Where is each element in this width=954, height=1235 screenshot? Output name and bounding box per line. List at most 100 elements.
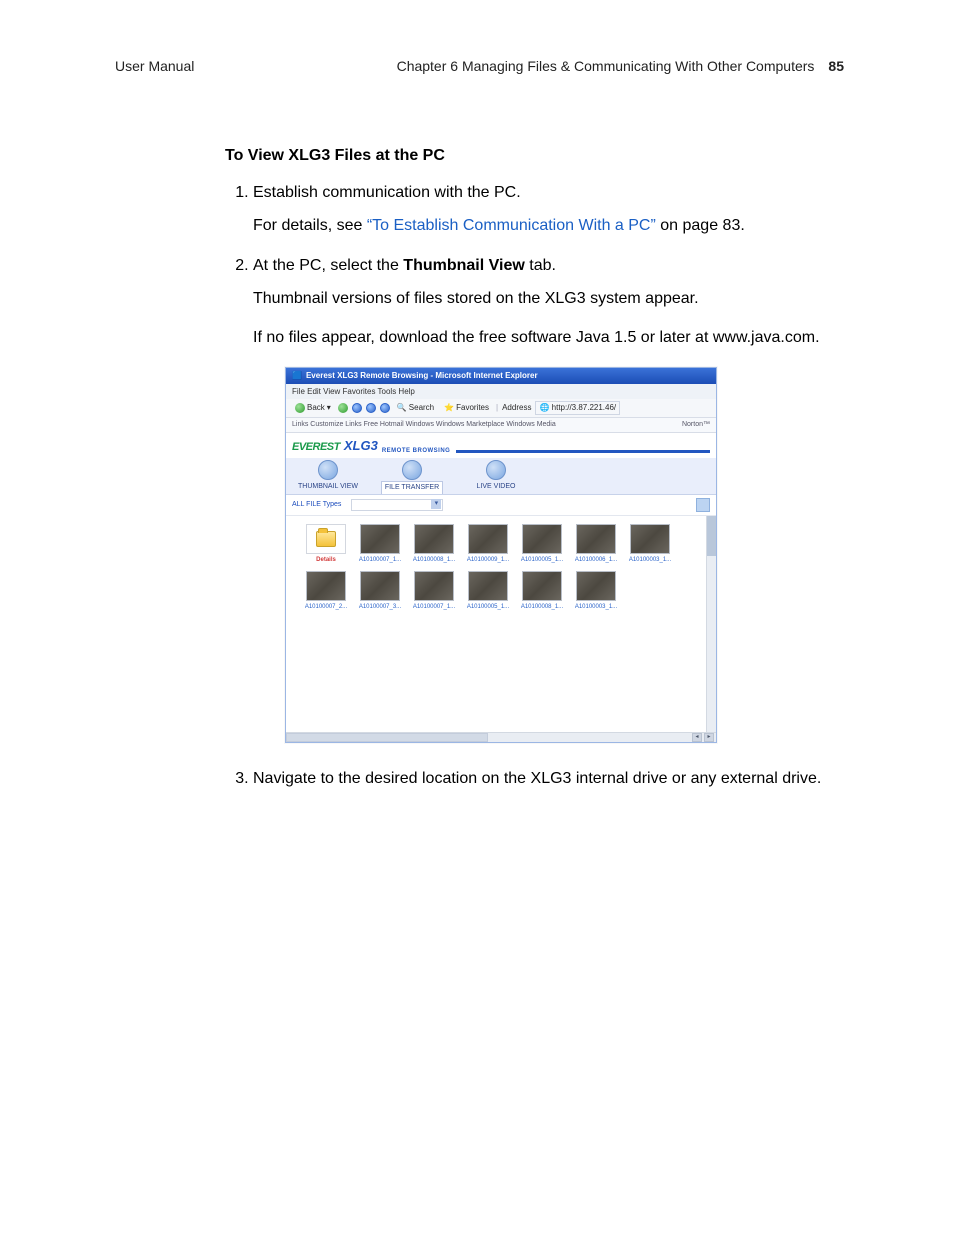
ie-menubar[interactable]: File Edit View Favorites Tools Help bbox=[286, 384, 716, 400]
search-button[interactable]: 🔍Search bbox=[394, 401, 437, 415]
thumb-label: A10100009_1... bbox=[464, 556, 512, 565]
brand-line bbox=[456, 450, 710, 453]
thumb-label: A10100008_1... bbox=[410, 556, 458, 565]
favorites-button[interactable]: ⭐Favorites bbox=[441, 401, 492, 415]
thumb-image-box bbox=[576, 524, 616, 554]
vertical-scroll-thumb[interactable] bbox=[707, 516, 716, 556]
thumb-image[interactable]: A10100007_2... bbox=[302, 571, 350, 612]
scroll-left-icon[interactable]: ◂ bbox=[692, 733, 702, 742]
step-2-bold: Thumbnail View bbox=[403, 257, 525, 274]
thumb-label: A10100003_1... bbox=[626, 556, 674, 565]
horizontal-scrollbar[interactable]: ◂ ▸ bbox=[286, 732, 716, 742]
ie-toolbar: Back ▾ 🔍Search ⭐Favorites | Address 🌐 ht… bbox=[286, 399, 716, 418]
thumb-image[interactable]: A10100007_1... bbox=[356, 524, 404, 565]
header-right: Chapter 6 Managing Files & Communicating… bbox=[397, 58, 844, 74]
thumb-image[interactable]: A10100007_3... bbox=[356, 571, 404, 612]
step-1: Establish communication with the PC. For… bbox=[253, 181, 844, 237]
folder-icon bbox=[316, 531, 336, 547]
thumb-label: A10100007_2... bbox=[302, 603, 350, 612]
tab-live-video[interactable]: LIVE VIDEO bbox=[454, 458, 538, 494]
toolbar-separator: | bbox=[496, 402, 498, 414]
back-button[interactable]: Back ▾ bbox=[292, 401, 334, 415]
thumb-image[interactable]: A10100008_1... bbox=[518, 571, 566, 612]
linksbar-links[interactable]: Links Customize Links Free Hotmail Windo… bbox=[292, 420, 556, 430]
thumb-image-box bbox=[522, 524, 562, 554]
thumbnails-area: Details A10100007_1... A10100008_1... A1010… bbox=[286, 516, 716, 732]
horizontal-scroll-thumb[interactable] bbox=[286, 733, 488, 742]
thumb-folder[interactable]: Details bbox=[302, 524, 350, 565]
step-2-sub1: Thumbnail versions of files stored on th… bbox=[253, 287, 844, 310]
tab-thumbnail-view[interactable]: THUMBNAIL VIEW bbox=[286, 458, 370, 494]
tab-thumbnail-label: THUMBNAIL VIEW bbox=[295, 481, 361, 493]
thumb-image[interactable]: A10100008_1... bbox=[410, 524, 458, 565]
steps-list: Establish communication with the PC. For… bbox=[225, 181, 844, 790]
address-label: Address bbox=[502, 402, 531, 414]
tab-video-label: LIVE VIDEO bbox=[474, 481, 519, 493]
brand-xlg3: XLG3 bbox=[344, 437, 378, 456]
step-2-pre: At the PC, select the bbox=[253, 257, 403, 274]
brand-everest: EVEREST bbox=[292, 440, 340, 456]
thumb-image[interactable]: A10100005_1... bbox=[518, 524, 566, 565]
tabs-row: THUMBNAIL VIEW FILE TRANSFER LIVE VIDEO bbox=[286, 458, 716, 495]
thumb-label: A10100007_1... bbox=[356, 556, 404, 565]
thumbnails-grid: Details A10100007_1... A10100008_1... A1010… bbox=[302, 524, 702, 611]
refresh-button[interactable] bbox=[366, 403, 376, 413]
thumb-label: A10100005_1... bbox=[518, 556, 566, 565]
xref-establish-comm[interactable]: “To Establish Communication With a PC” bbox=[367, 217, 656, 234]
thumb-image-box bbox=[414, 524, 454, 554]
ie-linksbar: Links Customize Links Free Hotmail Windo… bbox=[286, 418, 716, 433]
thumbnail-icon bbox=[318, 460, 338, 480]
thumb-label: A10100006_1... bbox=[572, 556, 620, 565]
step-2-sub2: If no files appear, download the free so… bbox=[253, 326, 844, 349]
stop-button[interactable] bbox=[352, 403, 362, 413]
thumb-label: Details bbox=[302, 556, 350, 565]
thumb-image[interactable]: A10100003_1... bbox=[626, 524, 674, 565]
ie-app-icon: 🟦 bbox=[292, 370, 302, 382]
star-icon: ⭐ bbox=[444, 402, 454, 414]
search-icon: 🔍 bbox=[397, 402, 407, 414]
thumb-label: A10100007_3... bbox=[356, 603, 404, 612]
header-page-number: 85 bbox=[828, 58, 844, 74]
forward-button[interactable] bbox=[338, 403, 348, 413]
page-header: User Manual Chapter 6 Managing Files & C… bbox=[0, 58, 954, 74]
brand-row: EVEREST XLG3 REMOTE BROWSING bbox=[286, 433, 716, 458]
address-value: http://3.87.221.46/ bbox=[552, 403, 617, 412]
thumb-image-box bbox=[468, 524, 508, 554]
refresh-thumbs-button[interactable] bbox=[696, 498, 710, 512]
back-label: Back bbox=[307, 402, 325, 414]
thumb-image[interactable]: A10100009_1... bbox=[464, 524, 512, 565]
ie-titlebar: 🟦 Everest XLG3 Remote Browsing - Microso… bbox=[286, 368, 716, 384]
linksbar-right[interactable]: Norton™ bbox=[682, 420, 710, 430]
filter-label: ALL FILE Types bbox=[292, 500, 341, 510]
video-icon bbox=[486, 460, 506, 480]
step-3-text: Navigate to the desired location on the … bbox=[253, 770, 821, 787]
favorites-label: Favorites bbox=[456, 402, 489, 414]
address-field[interactable]: 🌐 http://3.87.221.46/ bbox=[535, 401, 620, 415]
thumb-image[interactable]: A10100005_1... bbox=[464, 571, 512, 612]
thumb-image-box bbox=[522, 571, 562, 601]
step-1-text: Establish communication with the PC. bbox=[253, 184, 521, 201]
thumb-image-box bbox=[306, 571, 346, 601]
page-content: To View XLG3 Files at the PC Establish c… bbox=[0, 74, 954, 790]
ie-title-text: Everest XLG3 Remote Browsing - Microsoft… bbox=[306, 370, 538, 382]
thumb-label: A10100007_1... bbox=[410, 603, 458, 612]
thumb-label: A10100003_1... bbox=[572, 603, 620, 612]
step-2-post: tab. bbox=[525, 257, 556, 274]
search-label: Search bbox=[409, 402, 434, 414]
step-3: Navigate to the desired location on the … bbox=[253, 767, 844, 790]
home-button[interactable] bbox=[380, 403, 390, 413]
section-title: To View XLG3 Files at the PC bbox=[225, 144, 844, 167]
embedded-screenshot: 🟦 Everest XLG3 Remote Browsing - Microso… bbox=[285, 367, 844, 743]
thumb-image[interactable]: A10100003_1... bbox=[572, 571, 620, 612]
header-left: User Manual bbox=[115, 58, 194, 74]
step-2: At the PC, select the Thumbnail View tab… bbox=[253, 254, 844, 743]
thumb-label: A10100008_1... bbox=[518, 603, 566, 612]
tab-file-transfer[interactable]: FILE TRANSFER bbox=[370, 458, 454, 494]
thumb-image[interactable]: A10100007_1... bbox=[410, 571, 458, 612]
thumb-image-box bbox=[414, 571, 454, 601]
vertical-scrollbar[interactable] bbox=[706, 516, 716, 732]
scroll-right-icon[interactable]: ▸ bbox=[704, 733, 714, 742]
manual-page: User Manual Chapter 6 Managing Files & C… bbox=[0, 0, 954, 1235]
thumb-image[interactable]: A10100006_1... bbox=[572, 524, 620, 565]
filter-select[interactable] bbox=[351, 499, 443, 511]
